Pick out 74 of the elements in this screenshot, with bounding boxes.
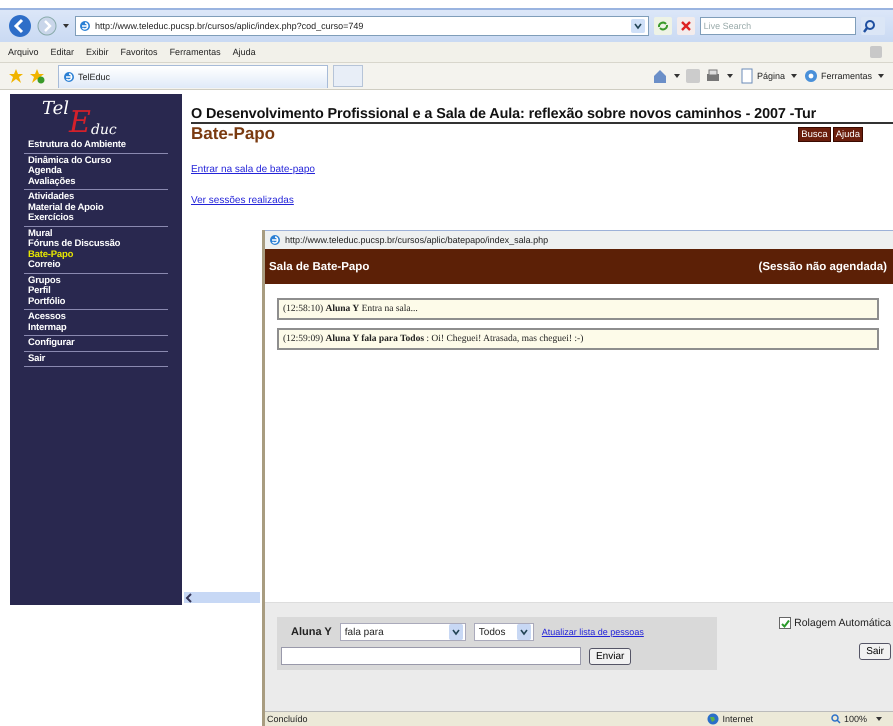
link[interactable]: Ver sessões realizadas — [191, 195, 893, 206]
exit-button[interactable]: Sair — [859, 643, 891, 660]
toolbar-button[interactable]: Página — [738, 68, 785, 84]
address-bar[interactable]: http://www.teleduc.pucsp.br/cursos/aplic/index.php?cod_curso=749 — [75, 16, 649, 36]
sidebar-item[interactable]: Grupos — [28, 276, 168, 286]
add-favorite-icon[interactable] — [29, 68, 45, 84]
dropdown-icon[interactable] — [516, 624, 531, 640]
header-button[interactable]: Busca — [798, 126, 831, 142]
menu-item[interactable]: Ferramentas — [170, 47, 221, 57]
header-button[interactable]: Ajuda — [832, 126, 863, 142]
course-title: O Desenvolvimento Profissional e a Sala de Aula: reflexão sobre novos caminhos - 2007 -Tur — [191, 106, 893, 124]
stop-icon[interactable] — [676, 17, 695, 35]
chat-room-title: Sala de Bate-Papo — [269, 260, 370, 272]
dropdown-icon[interactable] — [630, 19, 645, 33]
horizontal-scrollbar[interactable] — [184, 592, 260, 603]
sidebar-item[interactable]: Fóruns de Discussão — [28, 239, 168, 250]
status-text: Concluído — [267, 714, 308, 724]
caret-icon[interactable] — [672, 73, 681, 79]
caret-icon[interactable] — [790, 73, 798, 79]
sidebar-item[interactable]: Material de Apoio — [28, 202, 168, 213]
sidebar-item[interactable]: Avaliações — [28, 176, 168, 187]
sidebar-item[interactable]: Dinâmica do Curso — [28, 156, 168, 166]
sidebar-item[interactable]: Bate-Papo — [28, 250, 168, 260]
menu-item[interactable]: Arquivo — [8, 47, 39, 57]
globe-icon[interactable] — [707, 713, 720, 725]
sidebar-item[interactable]: Estrutura do Ambiente — [28, 140, 168, 150]
magnifier-icon[interactable] — [830, 714, 841, 724]
search-icon[interactable] — [861, 17, 885, 35]
forward-icon[interactable] — [37, 16, 57, 36]
menu-item[interactable]: Favoritos — [120, 47, 158, 57]
session-status: (Sessão não agendada) — [758, 260, 887, 272]
security-zone: Internet — [707, 713, 753, 725]
star-icon[interactable] — [8, 68, 24, 84]
sidebar-item[interactable]: Mural — [28, 228, 168, 239]
sidebar-item[interactable]: Configurar — [28, 338, 168, 348]
sidebar-item[interactable]: Acessos — [28, 312, 168, 322]
checkbox-label[interactable]: Rolagem Automática — [794, 617, 891, 629]
sidebar-item[interactable]: Agenda — [28, 166, 168, 176]
link[interactable]: Entrar na sala de bate-papo — [191, 164, 893, 175]
user-name: Aluna Y — [291, 626, 332, 638]
dropdown[interactable]: fala para — [340, 623, 466, 641]
message-field[interactable] — [281, 647, 581, 665]
chat-message: (12:58:10) Aluna Y Entra na sala... — [277, 298, 879, 320]
caret-icon[interactable] — [875, 716, 883, 722]
browser-tab[interactable]: TelEduc — [58, 64, 328, 88]
dropdown[interactable]: Todos — [474, 623, 534, 641]
sidebar-item[interactable]: Atividades — [28, 192, 168, 202]
caret-icon[interactable] — [877, 73, 885, 79]
search-field[interactable]: Live Search — [700, 17, 856, 35]
sidebar-item[interactable]: Portfólio — [28, 296, 168, 307]
toolbar-button[interactable]: Ferramentas — [802, 68, 872, 84]
dropdown-icon[interactable] — [448, 624, 463, 640]
sidebar-item[interactable]: Exercícios — [28, 213, 168, 224]
sidebar-item[interactable]: Intermap — [28, 322, 168, 333]
caret-icon[interactable] — [726, 73, 734, 79]
caret-icon[interactable] — [62, 23, 70, 29]
gear-icon[interactable] — [802, 68, 819, 84]
refresh-icon[interactable] — [654, 17, 672, 35]
menu-item[interactable]: Editar — [50, 47, 74, 57]
sidebar-item[interactable]: Correio — [28, 260, 168, 270]
zoom-level[interactable]: 100% — [830, 714, 867, 724]
sidebar-item[interactable]: Sair — [28, 354, 168, 364]
chat-message: (12:59:09) Aluna Y fala para Todos : Oi! Cheguei! Atrasada, mas cheguei! :-) — [277, 328, 879, 350]
menu-item[interactable]: Exibir — [86, 47, 109, 57]
menu-item[interactable]: Ajuda — [232, 47, 256, 57]
sidebar-item[interactable]: Perfil — [28, 286, 168, 296]
send-button[interactable]: Enviar — [589, 648, 632, 664]
checkbox[interactable] — [779, 617, 792, 629]
print-icon[interactable] — [704, 68, 721, 84]
page-heading: Bate-Papo — [191, 124, 276, 144]
back-icon[interactable] — [8, 14, 32, 38]
address-bar: http://www.teleduc.pucsp.br/cursos/aplic/batepapo/index_sala.php — [265, 230, 893, 249]
refresh-link[interactable]: Atualizar lista de pessoas — [542, 627, 644, 637]
home-icon[interactable] — [652, 68, 668, 84]
